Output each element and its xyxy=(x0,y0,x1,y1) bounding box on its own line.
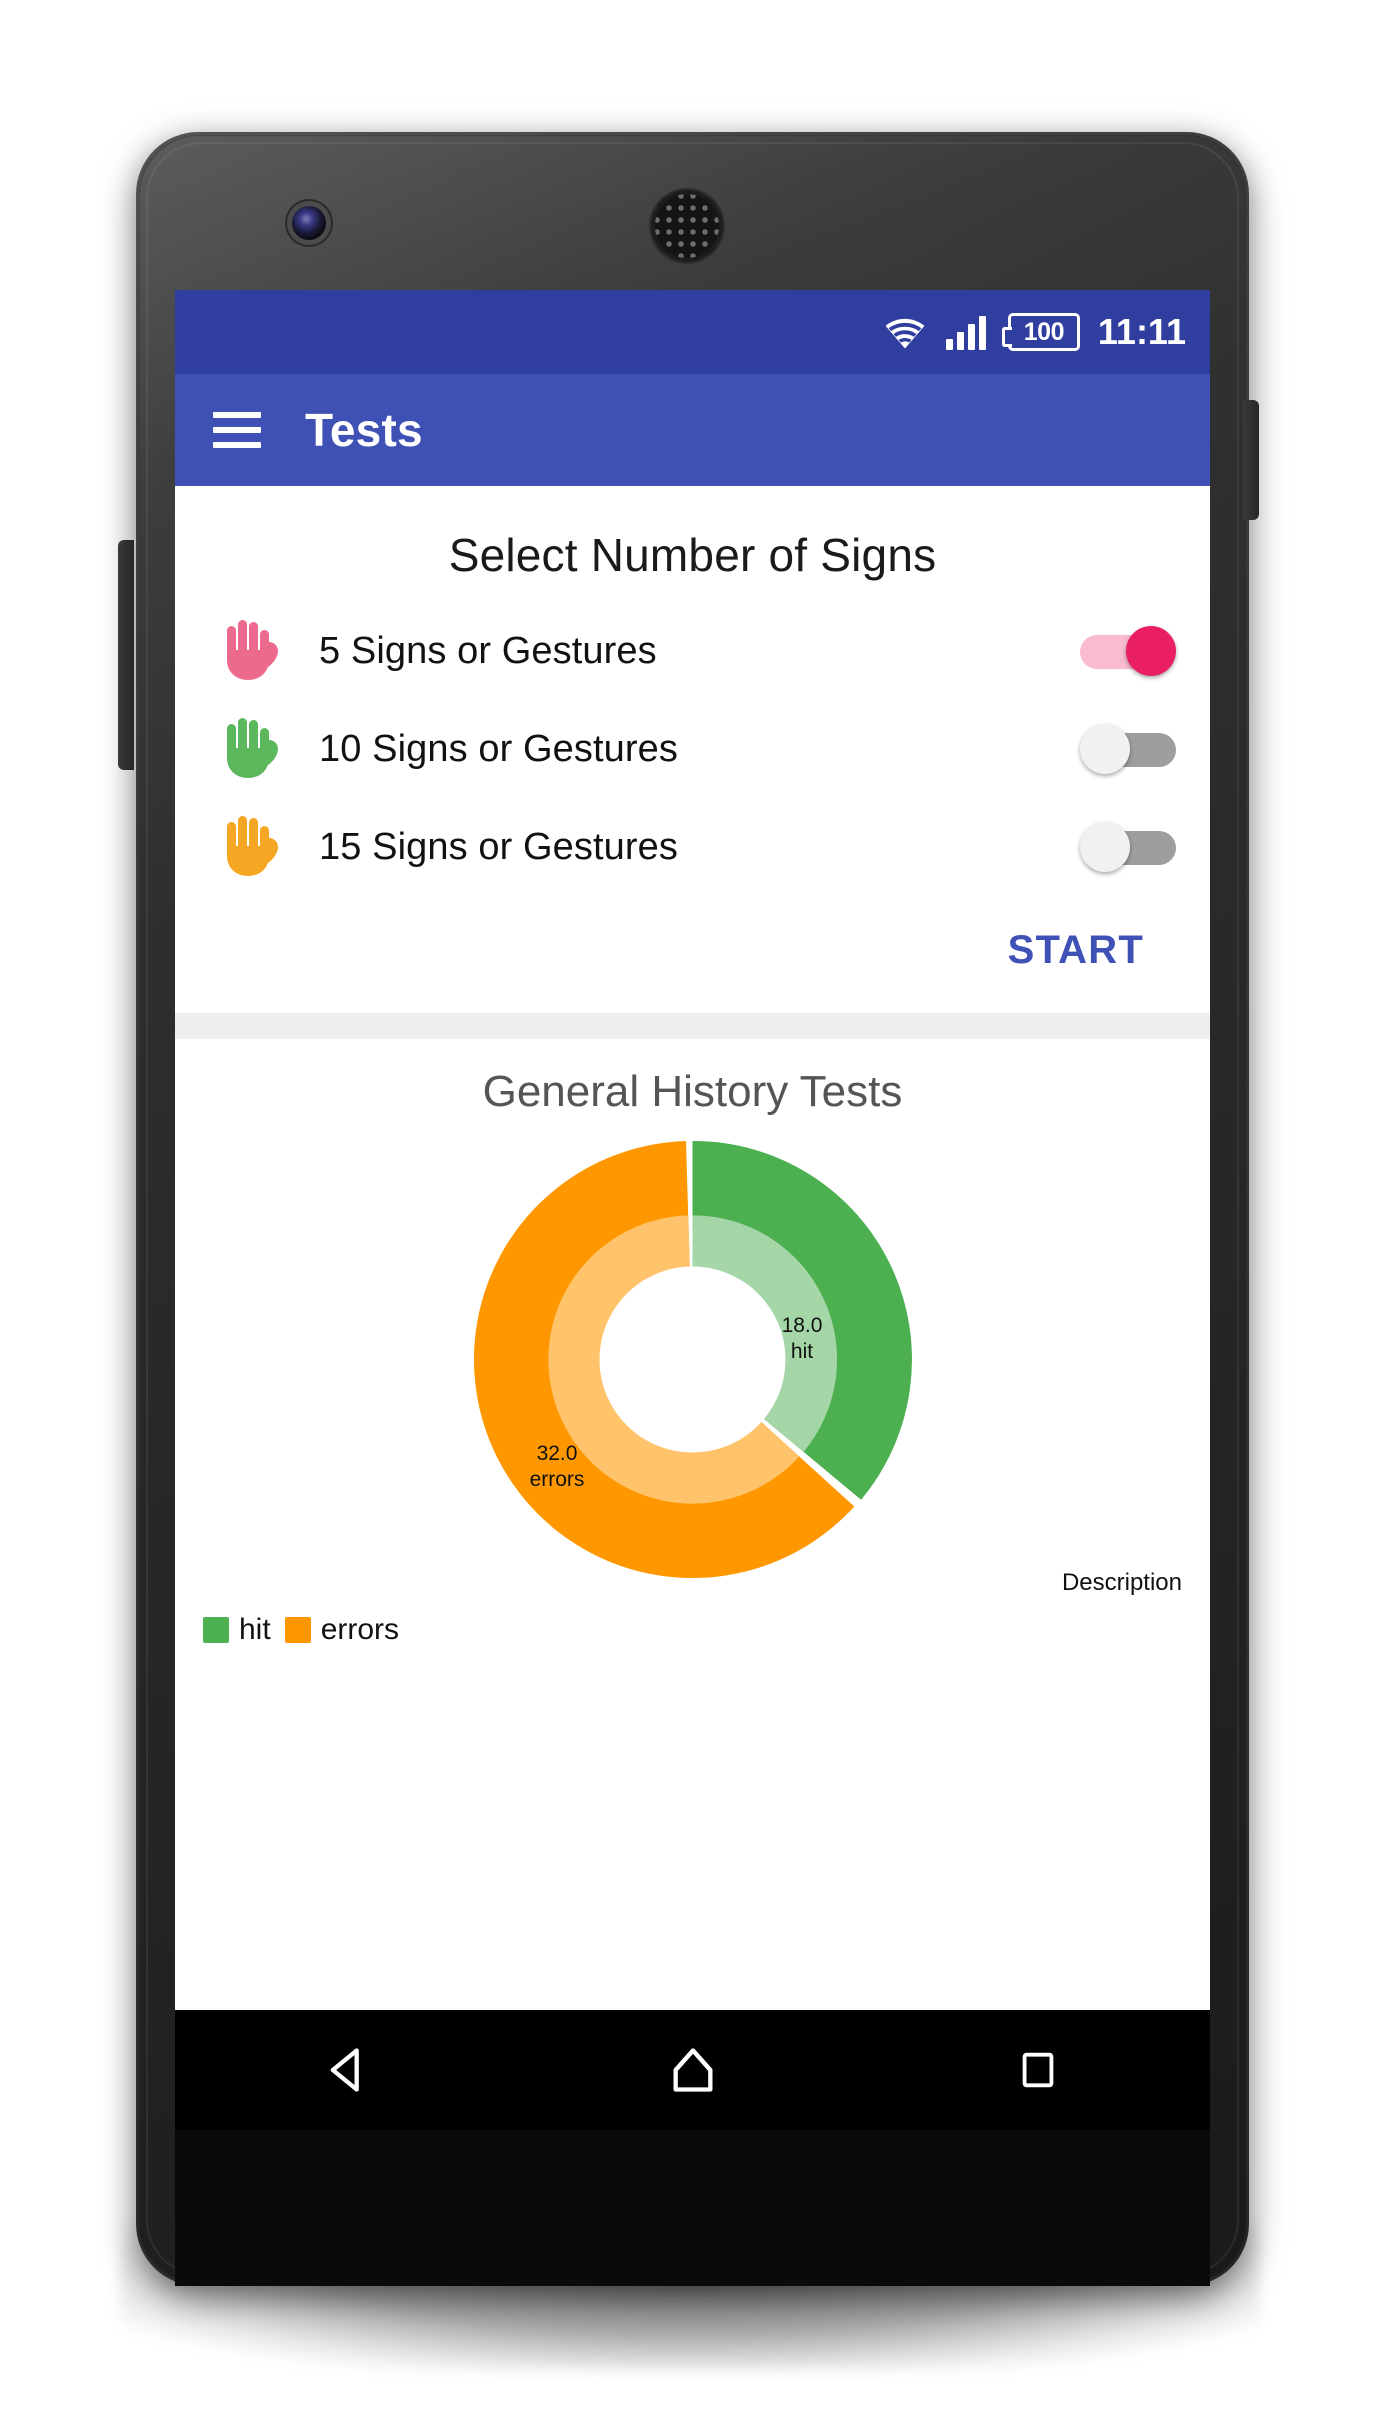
screenshot-root: 100 11:11 Tests Select Number of Signs 5… xyxy=(0,0,1385,2428)
select-signs-card: Select Number of Signs 5 Signs or Gestur… xyxy=(175,486,1210,1013)
legend-swatch-errors xyxy=(284,1617,311,1643)
android-nav-bar xyxy=(175,2010,1210,2130)
signal-bars-icon xyxy=(945,314,990,350)
option-label: 10 Signs or Gestures xyxy=(319,727,678,770)
chart-description-label: Description xyxy=(1061,1569,1182,1596)
donut-chart: 18.0 hit 32.0 errors xyxy=(175,1127,1210,1592)
phone-bottom-chin xyxy=(175,2130,1210,2286)
legend-item-hit[interactable]: hit xyxy=(203,1613,271,1647)
hand-icon xyxy=(221,812,283,883)
donut-value-errors: 32.0 xyxy=(536,1442,578,1465)
toggle-15-signs[interactable] xyxy=(1080,822,1176,872)
front-camera-icon xyxy=(292,206,326,240)
earpiece-speaker-icon xyxy=(651,190,723,262)
hamburger-menu-icon[interactable] xyxy=(213,412,261,448)
home-icon[interactable] xyxy=(658,2035,728,2105)
toggle-thumb xyxy=(1126,626,1176,676)
option-row-5-signs[interactable]: 5 Signs or Gestures xyxy=(175,602,1210,700)
chart-title: General History Tests xyxy=(482,1067,903,1116)
battery-level: 100 xyxy=(1023,317,1065,346)
legend-item-errors[interactable]: errors xyxy=(284,1613,400,1647)
battery-icon: 100 xyxy=(1001,313,1080,351)
status-bar-clock: 11:11 xyxy=(1097,311,1186,352)
donut-value-hit: 18.0 xyxy=(781,1314,823,1337)
hand-icon xyxy=(221,616,283,687)
start-button-row: START xyxy=(175,896,1210,993)
history-chart-card: General History Tests 18.0 hit 32.0 erro… xyxy=(175,1039,1210,1659)
donut-name-errors: errors xyxy=(529,1468,585,1492)
toggle-5-signs[interactable] xyxy=(1080,626,1176,676)
toggle-thumb xyxy=(1080,822,1130,872)
wifi-icon xyxy=(882,314,928,350)
toggle-10-signs[interactable] xyxy=(1080,724,1176,774)
option-label: 15 Signs or Gestures xyxy=(319,825,678,868)
legend-label-hit: hit xyxy=(239,1613,271,1646)
legend-label-errors: errors xyxy=(320,1613,400,1646)
power-button[interactable] xyxy=(1243,400,1259,520)
option-row-10-signs[interactable]: 10 Signs or Gestures xyxy=(175,700,1210,798)
option-label: 5 Signs or Gestures xyxy=(319,629,657,672)
app-bar: Tests xyxy=(175,374,1210,486)
donut-name-hit: hit xyxy=(790,1340,814,1364)
donut-label-hit: 18.0 hit xyxy=(756,1313,848,1366)
start-button[interactable]: START xyxy=(998,922,1154,979)
card-divider xyxy=(175,1013,1210,1039)
legend-swatch-hit xyxy=(203,1617,229,1643)
select-signs-heading: Select Number of Signs xyxy=(448,529,937,581)
option-row-15-signs[interactable]: 15 Signs or Gestures xyxy=(175,798,1210,896)
volume-button[interactable] xyxy=(118,540,134,770)
phone-screen: 100 11:11 Tests Select Number of Signs 5… xyxy=(175,290,1210,2010)
recents-square-icon[interactable] xyxy=(1003,2035,1073,2105)
donut-label-errors: 32.0 errors xyxy=(502,1441,612,1494)
toggle-thumb xyxy=(1080,724,1130,774)
chart-legend: hit errors xyxy=(203,1613,399,1647)
back-triangle-icon[interactable] xyxy=(313,2035,383,2105)
status-bar: 100 11:11 xyxy=(175,290,1210,374)
hand-icon xyxy=(221,714,283,785)
page-title: Tests xyxy=(305,404,423,456)
